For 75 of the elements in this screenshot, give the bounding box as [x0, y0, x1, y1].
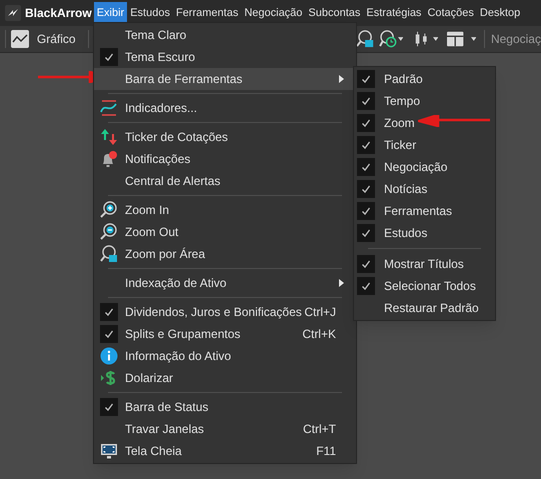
check-icon — [361, 184, 371, 194]
submenu-item[interactable]: Notícias — [354, 178, 495, 200]
menu-item[interactable]: Travar Janelas Ctrl+T — [94, 418, 356, 440]
submenu-item[interactable]: Zoom — [354, 112, 495, 134]
menu-item[interactable]: Zoom In — [94, 199, 356, 221]
info-icon — [100, 347, 118, 365]
submenu-item[interactable]: Tempo — [354, 90, 495, 112]
menu-item[interactable]: Zoom por Área — [94, 243, 356, 265]
menu-item[interactable]: Tela Cheia F11 — [94, 440, 356, 462]
check-icon — [361, 206, 371, 216]
submenu-item[interactable]: Selecionar Todos — [354, 275, 495, 297]
check-icon — [361, 281, 371, 291]
submenu-item[interactable]: Padrão — [354, 68, 495, 90]
submenu-item[interactable]: Negociação — [354, 156, 495, 178]
monitor-icon — [100, 442, 118, 460]
menu-item[interactable]: Notificações — [94, 148, 356, 170]
submenu-item[interactable]: Mostrar Títulos — [354, 253, 495, 275]
layout-grid-icon[interactable] — [447, 31, 464, 47]
check-icon — [104, 307, 114, 317]
shortcut-text: Ctrl+K — [302, 326, 336, 343]
toolbar-label: Negociaç — [490, 31, 541, 48]
check-icon — [361, 96, 371, 106]
chart-icon — [10, 30, 29, 48]
shortcut-text: Ctrl+T — [303, 421, 336, 438]
menu-item[interactable]: Splits e Grupamentos Ctrl+K — [94, 323, 356, 345]
menu-bar-item[interactable]: Subcontas — [305, 2, 364, 24]
menu-item[interactable]: Central de Alertas — [94, 170, 356, 192]
app-title: BlackArrow — [25, 5, 92, 22]
caret-icon[interactable] — [470, 37, 476, 41]
menu-bar-item[interactable]: Estudos — [127, 2, 173, 24]
shortcut-text: F11 — [316, 443, 336, 460]
menu-item[interactable]: Dividendos, Juros e Bonificações Ctrl+J — [94, 301, 356, 323]
menu-bar-item[interactable]: Negociação — [241, 2, 306, 24]
menu-item[interactable]: Tema Claro — [94, 24, 356, 46]
zoom-clock-icon[interactable] — [378, 29, 397, 49]
check-icon — [104, 52, 114, 62]
menu-bar-item[interactable]: Desktop — [476, 2, 524, 24]
check-icon — [361, 228, 371, 238]
shortcut-text: Ctrl+J — [304, 304, 336, 321]
caret-icon[interactable] — [432, 37, 438, 41]
menu-item[interactable]: Barra de Ferramentas — [94, 68, 356, 90]
menu-item[interactable]: Indicadores... — [94, 97, 356, 119]
menu-item[interactable]: Dolarizar — [94, 367, 356, 389]
up-down-arrows-icon — [100, 128, 118, 146]
check-icon — [361, 74, 371, 84]
zoom-area-icon[interactable] — [356, 29, 374, 49]
menu-bar-item[interactable]: Estratégias — [363, 2, 424, 24]
submenu-item[interactable]: Restaurar Padrão — [354, 297, 495, 319]
check-icon — [104, 329, 114, 339]
menu-item[interactable]: Informação do Ativo — [94, 345, 356, 367]
caret-icon[interactable] — [398, 37, 404, 41]
menu-bar-item[interactable]: Cotações — [424, 2, 477, 24]
dollar-icon — [100, 369, 118, 387]
zoom-out-icon — [100, 223, 118, 241]
bell-icon — [100, 150, 118, 168]
menu-bar-item[interactable]: Ferramentas — [172, 2, 242, 24]
indicator-lines-icon — [100, 100, 118, 116]
submenu-item[interactable]: Ticker — [354, 134, 495, 156]
menu-item[interactable]: Tema Escuro — [94, 46, 356, 68]
menu-bar-item[interactable]: Exibir — [94, 2, 128, 24]
submenu-item[interactable]: Estudos — [354, 222, 495, 244]
submenu-item[interactable]: Ferramentas — [354, 200, 495, 222]
menu-item[interactable]: Ticker de Cotações — [94, 126, 356, 148]
check-icon — [104, 402, 114, 412]
app-logo-icon — [5, 5, 21, 21]
check-icon — [361, 118, 371, 128]
menu-item[interactable]: Zoom Out — [94, 221, 356, 243]
check-icon — [361, 140, 371, 150]
menu-item[interactable]: Indexação de Ativo — [94, 272, 356, 294]
zoom-area-icon — [100, 245, 118, 263]
menu-item[interactable]: Barra de Status — [94, 396, 356, 418]
zoom-in-icon — [100, 201, 118, 219]
check-icon — [361, 162, 371, 172]
chart-button[interactable]: Gráfico — [10, 30, 76, 48]
check-icon — [361, 259, 371, 269]
